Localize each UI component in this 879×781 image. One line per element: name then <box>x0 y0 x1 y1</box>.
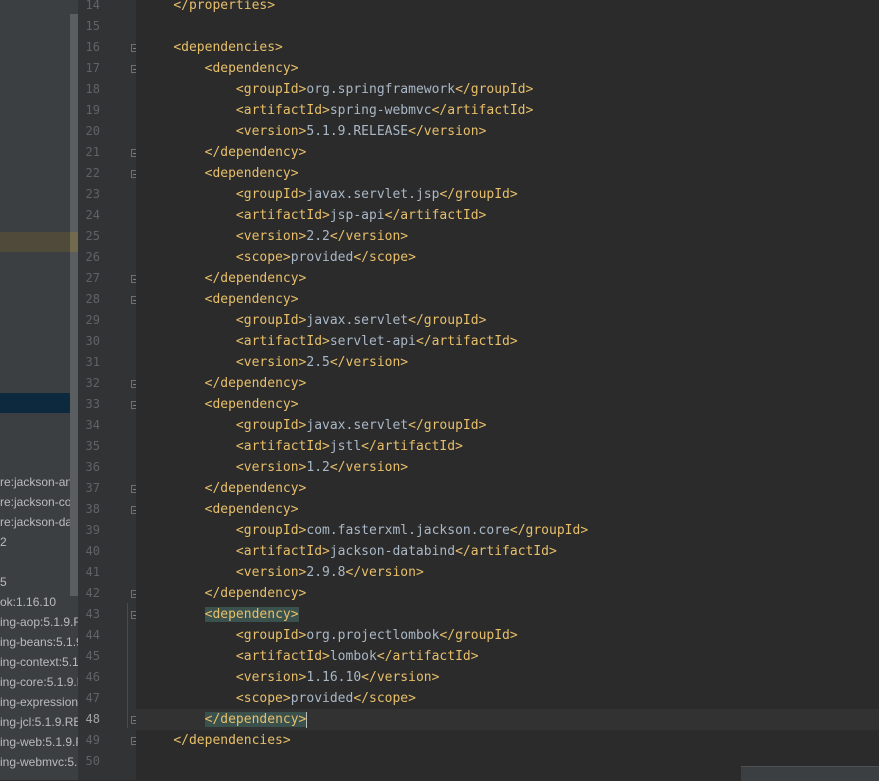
code-line[interactable]: <groupId>javax.servlet</groupId> <box>136 415 879 436</box>
tree-row-selected[interactable] <box>0 393 70 413</box>
code-line[interactable]: <groupId>javax.servlet</groupId> <box>136 310 879 331</box>
line-number: 34 <box>85 418 100 432</box>
tree-item-library[interactable]: ing-aop:5.1.9.RELEASE <box>0 612 78 632</box>
line-number: 29 <box>85 313 100 327</box>
code-line[interactable]: <artifactId>servlet-api</artifactId> <box>136 331 879 352</box>
tree-item-library[interactable]: re:jackson-annotations <box>0 472 78 492</box>
line-number: 24 <box>85 208 100 222</box>
code-line[interactable]: <dependency> <box>136 499 879 520</box>
line-number: 27 <box>85 271 100 285</box>
tree-item-library[interactable]: 5 <box>0 572 78 592</box>
line-number: 23 <box>85 187 100 201</box>
code-line[interactable]: <dependency> <box>136 289 879 310</box>
code-line[interactable] <box>136 16 879 37</box>
code-line[interactable]: </dependency> <box>136 478 879 499</box>
tree-item-library[interactable]: ok:1.16.10 <box>0 592 78 612</box>
line-number: 46 <box>85 670 100 684</box>
line-number: 19 <box>85 103 100 117</box>
scrollbar-marker <box>70 232 78 252</box>
code-line[interactable]: <dependency> <box>136 394 879 415</box>
code-line[interactable]: <scope>provided</scope> <box>136 247 879 268</box>
line-number: 40 <box>85 544 100 558</box>
tree-item-library[interactable]: re:jackson-core <box>0 492 78 512</box>
code-line[interactable]: <version>2.5</version> <box>136 352 879 373</box>
code-line[interactable]: <artifactId>jsp-api</artifactId> <box>136 205 879 226</box>
code-line[interactable]: </dependencies> <box>136 730 879 751</box>
line-number: 14 <box>85 0 100 12</box>
line-number: 32 <box>85 376 100 390</box>
line-number: 21 <box>85 145 100 159</box>
line-number: 17 <box>85 61 100 75</box>
line-number: 33 <box>85 397 100 411</box>
line-number: 44 <box>85 628 100 642</box>
line-number: 43 <box>85 607 100 621</box>
line-number: 30 <box>85 334 100 348</box>
line-number: 39 <box>85 523 100 537</box>
tree-item-library[interactable]: ing-context:5.1.9.RELEASE <box>0 652 78 672</box>
line-number: 16 <box>85 40 100 54</box>
code-line[interactable]: <version>1.2</version> <box>136 457 879 478</box>
code-line[interactable]: <version>1.16.10</version> <box>136 667 879 688</box>
line-number: 28 <box>85 292 100 306</box>
line-number: 38 <box>85 502 100 516</box>
line-number: 45 <box>85 649 100 663</box>
code-line[interactable]: <dependency> <box>136 604 879 625</box>
code-line[interactable]: </dependency> <box>136 142 879 163</box>
code-line[interactable]: <groupId>com.fasterxml.jackson.core</gro… <box>136 520 879 541</box>
line-number: 25 <box>85 229 100 243</box>
line-number: 18 <box>85 82 100 96</box>
line-number: 36 <box>85 460 100 474</box>
tree-item-library[interactable]: ing-expression <box>0 692 78 712</box>
line-number: 37 <box>85 481 100 495</box>
code-line[interactable]: <artifactId>jackson-databind</artifactId… <box>136 541 879 562</box>
line-number: 41 <box>85 565 100 579</box>
notification-panel <box>741 766 879 781</box>
line-number: 26 <box>85 250 100 264</box>
line-number: 50 <box>85 754 100 768</box>
line-number: 35 <box>85 439 100 453</box>
code-line[interactable]: <scope>provided</scope> <box>136 688 879 709</box>
tree-item-library[interactable]: re:jackson-databind <box>0 512 78 532</box>
code-line[interactable]: <dependency> <box>136 58 879 79</box>
tree-item-library[interactable]: ing-core:5.1.9.RELEASE <box>0 672 78 692</box>
tree-item-library[interactable]: ing-web:5.1.9.RELEASE <box>0 732 78 752</box>
code-line[interactable]: <dependency> <box>136 163 879 184</box>
code-line[interactable]: <dependencies> <box>136 37 879 58</box>
code-line[interactable]: <version>2.2</version> <box>136 226 879 247</box>
code-line[interactable]: <artifactId>jstl</artifactId> <box>136 436 879 457</box>
line-number: 47 <box>85 691 100 705</box>
code-line[interactable]: </dependency> <box>136 709 879 730</box>
line-number: 49 <box>85 733 100 747</box>
tree-item-library[interactable]: 2 <box>0 532 78 552</box>
tree-scrollbar[interactable] <box>70 14 78 596</box>
line-number: 48 <box>85 712 100 726</box>
code-line[interactable]: <groupId>org.springframework</groupId> <box>136 79 879 100</box>
line-number: 20 <box>85 124 100 138</box>
text-caret <box>306 711 308 728</box>
code-line[interactable]: </properties> <box>136 0 879 16</box>
tree-item-library[interactable]: ing-webmvc:5.1.9.RELEASE <box>0 752 78 772</box>
line-number: 22 <box>85 166 100 180</box>
code-line[interactable]: </dependency> <box>136 268 879 289</box>
code-editor[interactable]: </properties> <dependencies> <dependency… <box>136 0 879 780</box>
code-line[interactable]: <artifactId>lombok</artifactId> <box>136 646 879 667</box>
tree-row-highlight <box>0 232 70 252</box>
code-line[interactable]: <groupId>javax.servlet.jsp</groupId> <box>136 184 879 205</box>
tree-item-library[interactable]: ing-beans:5.1.9.RELEASE <box>0 632 78 652</box>
line-number: 15 <box>85 19 100 33</box>
project-tree-panel[interactable]: re:jackson-annotationsre:jackson-corere:… <box>0 0 78 780</box>
line-number: 42 <box>85 586 100 600</box>
code-line[interactable]: </dependency> <box>136 583 879 604</box>
code-line[interactable]: <artifactId>spring-webmvc</artifactId> <box>136 100 879 121</box>
indent-guide <box>127 603 128 728</box>
tree-item-library[interactable]: ing-jcl:5.1.9.RELEASE <box>0 712 78 732</box>
code-line[interactable]: <version>2.9.8</version> <box>136 562 879 583</box>
line-number: 31 <box>85 355 100 369</box>
code-line[interactable]: </dependency> <box>136 373 879 394</box>
code-line[interactable]: <version>5.1.9.RELEASE</version> <box>136 121 879 142</box>
code-line[interactable]: <groupId>org.projectlombok</groupId> <box>136 625 879 646</box>
